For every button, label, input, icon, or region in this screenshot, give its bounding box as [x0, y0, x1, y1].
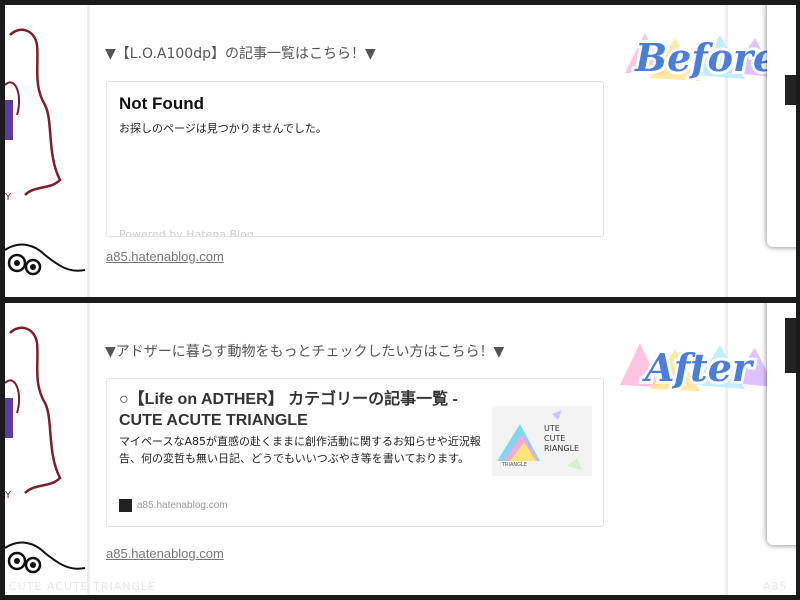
footer-site-name: CUTE ACUTE TRIANGLE [9, 580, 157, 593]
site-favicon-icon [119, 499, 132, 512]
embed-description: マイペースなA85が直感の赴くままに創作活動に関するお知らせや近況報告、何の変哲… [119, 435, 481, 465]
sidebar-thumbnail [785, 318, 796, 373]
embed-description: お探しのページは見つかりませんでした。 [119, 122, 327, 135]
svg-text:Y: Y [5, 192, 12, 203]
badge-label: After [642, 345, 755, 390]
badge-graphic: After [620, 342, 775, 393]
blog-card-embed[interactable]: Not Found お探しのページは見つかりませんでした。 Powered by… [106, 81, 604, 237]
thumb-line-3: RIANGLE [544, 444, 580, 453]
character-illustration-left: Y [5, 5, 91, 297]
thumb-line-2: CUTE [544, 434, 566, 443]
svg-text:Y: Y [5, 490, 12, 501]
after-badge: After [605, 323, 775, 403]
character-illustration-left: Y [5, 303, 91, 595]
embed-title[interactable]: ○【Life on ADTHER】 カテゴリーの記事一覧 - CUTE ACUT… [119, 389, 484, 431]
character-drawing: Y [5, 28, 86, 276]
footer-author: A85 [763, 580, 788, 593]
blog-link[interactable]: a85.hatenablog.com [106, 249, 224, 264]
before-badge: Before [605, 13, 780, 93]
content-left-border [87, 5, 90, 297]
embed-thumbnail[interactable]: UTE CUTE RIANGLE TRIANGLE [492, 406, 592, 476]
thumb-line-1: UTE [544, 424, 560, 433]
embed-site[interactable]: a85.hatenablog.com [119, 499, 228, 512]
section-heading: ▼【L.O.A100dp】の記事一覧はこちら！▼ [105, 46, 376, 62]
badge-graphic: Before [625, 32, 780, 83]
sidebar-thumbnail [785, 75, 796, 105]
before-panel: Y ▼【L.O.A100dp】の記事一覧はこちら！▼ Not Found お探し… [5, 5, 796, 297]
section-heading: ▼アドザーに暮らす動物をもっとチェックしたい方はこちら！▼ [105, 344, 505, 360]
embed-title: Not Found [119, 94, 204, 113]
blog-card-embed[interactable]: ○【Life on ADTHER】 カテゴリーの記事一覧 - CUTE ACUT… [106, 378, 604, 527]
sidebar-card [767, 5, 796, 247]
blog-link[interactable]: a85.hatenablog.com [106, 546, 224, 561]
character-drawing: Y [5, 326, 86, 574]
thumb-caption: TRIANGLE [502, 462, 527, 468]
badge-label: Before [634, 35, 775, 80]
embed-footer-faded: Powered by Hatena Blog [119, 228, 254, 237]
content-left-border [87, 303, 90, 595]
embed-site-label: a85.hatenablog.com [137, 500, 228, 511]
after-panel: Y ▼アドザーに暮らす動物をもっとチェックしたい方はこちら！▼ ○【Life o… [5, 303, 796, 595]
